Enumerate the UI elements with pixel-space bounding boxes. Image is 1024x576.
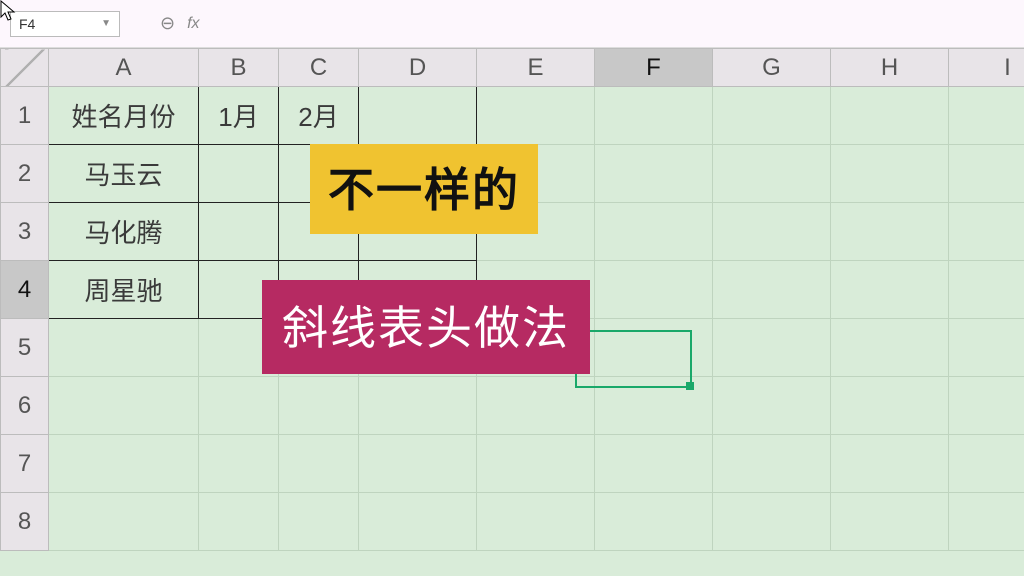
column-header-row: A B C D E F G H I [1, 49, 1024, 87]
cell-I8[interactable] [949, 493, 1024, 551]
cell-E7[interactable] [477, 435, 595, 493]
select-all-corner[interactable] [1, 49, 49, 87]
cell-G4[interactable] [713, 261, 831, 319]
cell-F4[interactable] [595, 261, 713, 319]
zoom-out-icon[interactable]: ⊖ [160, 13, 175, 34]
cell-G5[interactable] [713, 319, 831, 377]
cell-B8[interactable] [199, 493, 279, 551]
cell-C8[interactable] [279, 493, 359, 551]
cell-C6[interactable] [279, 377, 359, 435]
cell-D6[interactable] [359, 377, 477, 435]
overlay-text-pink: 斜线表头做法 [262, 280, 590, 374]
cell-H5[interactable] [831, 319, 949, 377]
overlay-text-yellow: 不一样的 [310, 144, 538, 234]
cell-H4[interactable] [831, 261, 949, 319]
cell-F8[interactable] [595, 493, 713, 551]
cell-G2[interactable] [713, 145, 831, 203]
cell-G3[interactable] [713, 203, 831, 261]
cell-F3[interactable] [595, 203, 713, 261]
cell-A8[interactable] [49, 493, 199, 551]
cell-D8[interactable] [359, 493, 477, 551]
col-header-C[interactable]: C [279, 49, 359, 87]
cell-E6[interactable] [477, 377, 595, 435]
cell-F6[interactable] [595, 377, 713, 435]
row-header-2[interactable]: 2 [1, 145, 49, 203]
cell-I4[interactable] [949, 261, 1024, 319]
cell-A5[interactable] [49, 319, 199, 377]
fx-icon[interactable]: fx [187, 15, 199, 33]
cell-H7[interactable] [831, 435, 949, 493]
formula-bar-row: F4 ▼ ⊖ fx [0, 0, 1024, 48]
col-header-B[interactable]: B [199, 49, 279, 87]
formula-bar-controls: ⊖ fx [160, 13, 200, 34]
cell-C7[interactable] [279, 435, 359, 493]
cell-B1[interactable]: 1月 [199, 87, 279, 145]
row-header-3[interactable]: 3 [1, 203, 49, 261]
cell-G6[interactable] [713, 377, 831, 435]
cell-I1[interactable] [949, 87, 1024, 145]
cell-I6[interactable] [949, 377, 1024, 435]
cell-H8[interactable] [831, 493, 949, 551]
cell-E1[interactable] [477, 87, 595, 145]
cell-A4[interactable]: 周星驰 [49, 261, 199, 319]
spreadsheet-area[interactable]: A B C D E F G H I 1 姓名月份 1月 2月 2 马玉云 [0, 48, 1024, 576]
col-header-H[interactable]: H [831, 49, 949, 87]
row-header-5[interactable]: 5 [1, 319, 49, 377]
cell-E8[interactable] [477, 493, 595, 551]
cell-F7[interactable] [595, 435, 713, 493]
cell-B7[interactable] [199, 435, 279, 493]
cell-F2[interactable] [595, 145, 713, 203]
row-7: 7 [1, 435, 1024, 493]
row-header-1[interactable]: 1 [1, 87, 49, 145]
name-box[interactable]: F4 ▼ [10, 11, 120, 37]
cell-B2[interactable] [199, 145, 279, 203]
cell-I5[interactable] [949, 319, 1024, 377]
cell-A1[interactable]: 姓名月份 [49, 87, 199, 145]
cell-F1[interactable] [595, 87, 713, 145]
row-6: 6 [1, 377, 1024, 435]
col-header-F[interactable]: F [595, 49, 713, 87]
cell-I2[interactable] [949, 145, 1024, 203]
col-header-A[interactable]: A [49, 49, 199, 87]
cell-G8[interactable] [713, 493, 831, 551]
cell-A2[interactable]: 马玉云 [49, 145, 199, 203]
cell-D1[interactable] [359, 87, 477, 145]
row-header-8[interactable]: 8 [1, 493, 49, 551]
cell-I3[interactable] [949, 203, 1024, 261]
row-header-7[interactable]: 7 [1, 435, 49, 493]
cell-H1[interactable] [831, 87, 949, 145]
cell-G7[interactable] [713, 435, 831, 493]
cell-G1[interactable] [713, 87, 831, 145]
cell-A6[interactable] [49, 377, 199, 435]
name-box-value: F4 [19, 16, 35, 32]
cell-A7[interactable] [49, 435, 199, 493]
cell-C1[interactable]: 2月 [279, 87, 359, 145]
cell-I7[interactable] [949, 435, 1024, 493]
cell-H6[interactable] [831, 377, 949, 435]
cell-F5[interactable] [595, 319, 713, 377]
cell-H2[interactable] [831, 145, 949, 203]
cell-H3[interactable] [831, 203, 949, 261]
row-header-6[interactable]: 6 [1, 377, 49, 435]
cell-B3[interactable] [199, 203, 279, 261]
col-header-E[interactable]: E [477, 49, 595, 87]
col-header-I[interactable]: I [949, 49, 1024, 87]
row-1: 1 姓名月份 1月 2月 [1, 87, 1024, 145]
cell-A3[interactable]: 马化腾 [49, 203, 199, 261]
row-header-4[interactable]: 4 [1, 261, 49, 319]
cell-B6[interactable] [199, 377, 279, 435]
col-header-D[interactable]: D [359, 49, 477, 87]
name-box-dropdown-icon[interactable]: ▼ [101, 18, 111, 29]
col-header-G[interactable]: G [713, 49, 831, 87]
cell-D7[interactable] [359, 435, 477, 493]
row-8: 8 [1, 493, 1024, 551]
